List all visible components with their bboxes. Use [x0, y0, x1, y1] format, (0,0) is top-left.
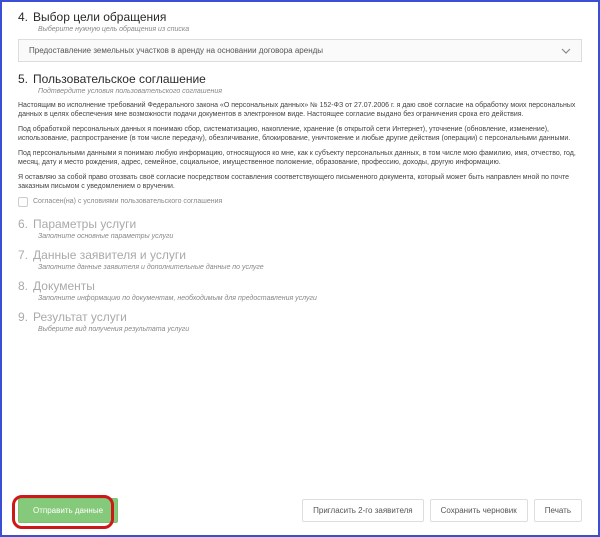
print-button[interactable]: Печать	[534, 499, 582, 522]
section-number: 7.	[18, 248, 28, 262]
section-subtitle: Выберите нужную цель обращения из списка	[38, 26, 582, 33]
section-number: 6.	[18, 217, 28, 231]
agreement-paragraph: Под обработкой персональных данных я пон…	[18, 125, 582, 144]
section-subtitle: Выберите вид получения результата услуги	[38, 326, 582, 333]
section-result: 9. Результат услуги Выберите вид получен…	[18, 310, 582, 333]
save-draft-button[interactable]: Сохранить черновик	[430, 499, 528, 522]
section-number: 9.	[18, 310, 28, 324]
agreement-checkbox-label: Согласен(на) с условиями пользовательско…	[33, 198, 222, 205]
section-subtitle: Заполните информацию по документам, необ…	[38, 295, 582, 302]
goal-select[interactable]: Предоставление земельных участков в арен…	[18, 39, 582, 62]
section-params: 6. Параметры услуги Заполните основные п…	[18, 217, 582, 240]
section-title: Параметры услуги	[33, 217, 136, 231]
chevron-down-icon	[561, 48, 571, 54]
agreement-checkbox[interactable]	[18, 197, 28, 207]
section-documents: 8. Документы Заполните информацию по док…	[18, 279, 582, 302]
section-subtitle: Подтвердите условия пользовательского со…	[38, 88, 582, 95]
section-title: Данные заявителя и услуги	[33, 248, 186, 262]
invite-second-applicant-button[interactable]: Пригласить 2-го заявителя	[302, 499, 424, 522]
agreement-paragraph: Под персональными данными я понимаю любу…	[18, 149, 582, 168]
section-title: Документы	[33, 279, 95, 293]
section-number: 5.	[18, 72, 28, 86]
section-goal: 4. Выбор цели обращения Выберите нужную …	[18, 10, 582, 62]
section-subtitle: Заполните основные параметры услуги	[38, 233, 582, 240]
section-title: Пользовательское соглашение	[33, 72, 206, 86]
goal-select-value: Предоставление земельных участков в арен…	[29, 46, 323, 55]
agreement-paragraph: Я оставляю за собой право отозвать своё …	[18, 173, 582, 192]
footer-actions: Отправить данные Пригласить 2-го заявите…	[2, 488, 598, 535]
section-number: 4.	[18, 10, 28, 24]
section-subtitle: Заполните данные заявителя и дополнитель…	[38, 264, 582, 271]
agreement-paragraph: Настоящим во исполнение требований Федер…	[18, 101, 582, 120]
section-applicant: 7. Данные заявителя и услуги Заполните д…	[18, 248, 582, 271]
submit-button[interactable]: Отправить данные	[18, 498, 118, 523]
section-title: Результат услуги	[33, 310, 127, 324]
section-number: 8.	[18, 279, 28, 293]
section-title: Выбор цели обращения	[33, 10, 166, 24]
section-agreement: 5. Пользовательское соглашение Подтверди…	[18, 72, 582, 207]
